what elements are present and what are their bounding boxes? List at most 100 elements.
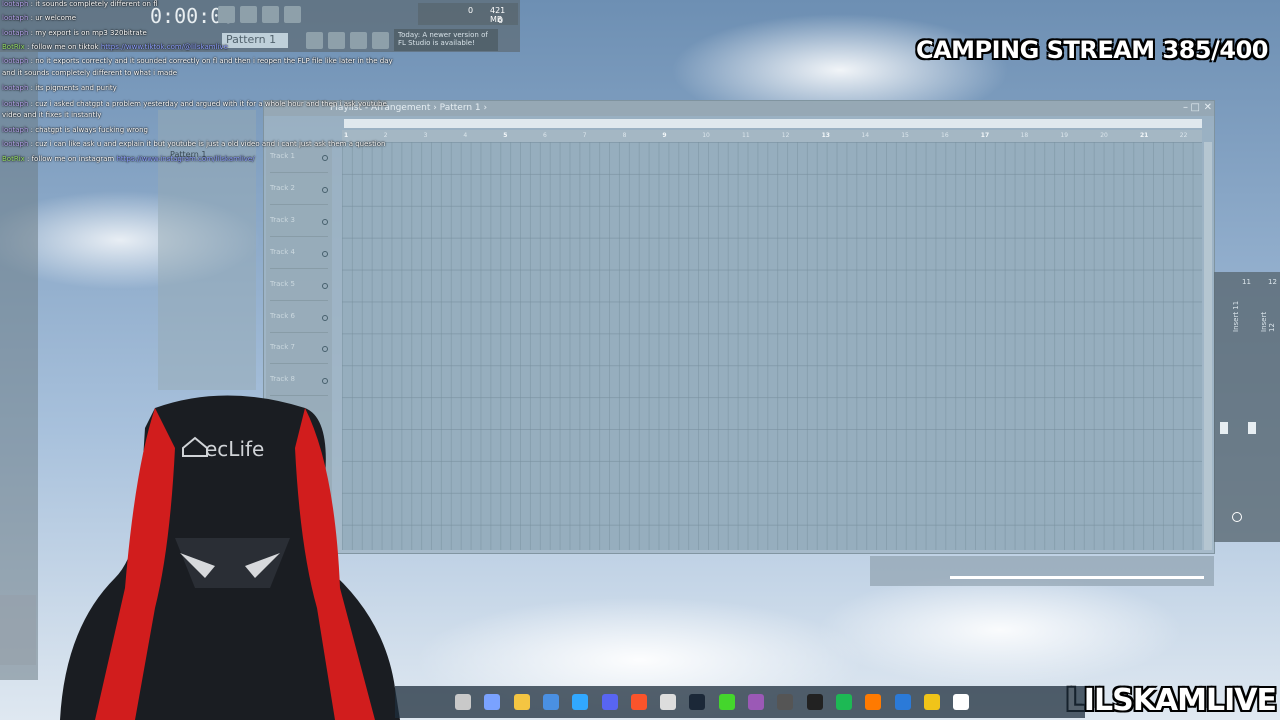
store-icon[interactable] — [542, 694, 559, 710]
ruler-tick-label: 9 — [662, 132, 667, 139]
chat-link[interactable]: https://www.tiktok.com/@lilskamlive — [99, 43, 228, 51]
4k-downloader-icon[interactable] — [777, 694, 794, 710]
browser-icon[interactable] — [372, 32, 389, 49]
volume-fader[interactable] — [1248, 422, 1256, 434]
loop-record-button[interactable] — [262, 6, 279, 23]
track-label: Track 7 — [270, 343, 295, 352]
obs-icon[interactable] — [660, 694, 677, 710]
maximize-icon[interactable]: □ — [1191, 102, 1200, 113]
chat-text: no it exports correctly and it sounded c… — [35, 57, 393, 65]
ruler-tick-label: 14 — [861, 132, 870, 139]
chat-username: lootaph — [2, 57, 29, 65]
winrar-icon[interactable] — [748, 694, 764, 710]
copilot-icon[interactable] — [484, 694, 501, 710]
track-mute-icon[interactable] — [322, 218, 328, 225]
hint-bar: Today: A newer version of FL Studio is a… — [394, 29, 498, 51]
brave-icon[interactable] — [630, 694, 647, 710]
chat-message: lootaph : chatgpt is always fucking wron… — [2, 126, 148, 134]
ruler-tick-label: 7 — [582, 132, 587, 139]
track-mute-icon[interactable] — [322, 346, 328, 353]
ruler-tick-label: 16 — [941, 132, 949, 139]
left-bottom-panel — [0, 595, 36, 665]
spotify-icon[interactable] — [835, 694, 852, 710]
chat-message: and it sounds completely different to wh… — [2, 69, 177, 77]
metronome-button[interactable] — [284, 6, 301, 23]
track-header[interactable]: Track 6 — [270, 302, 328, 333]
track-label: Track 4 — [270, 247, 295, 256]
photoshop-icon[interactable] — [572, 694, 589, 710]
ruler-tick-label: 2 — [383, 132, 388, 139]
timeline-ruler[interactable]: 1 2 3 4 5 6 7 8 9 10 11 12 13 14 15 16 17 18 19 20 21 22 — [342, 130, 1202, 142]
step-edit-button[interactable] — [240, 6, 257, 23]
chat-text: ur welcome — [35, 14, 77, 22]
chat-username: lootaph — [2, 126, 29, 134]
photos-icon[interactable] — [455, 694, 471, 710]
steam-icon[interactable] — [689, 694, 706, 710]
file-explorer-icon[interactable] — [513, 694, 530, 710]
chat-text: video and it fixes it instantly — [2, 111, 102, 119]
fl-studio-icon[interactable] — [865, 694, 882, 710]
minimize-icon[interactable]: – — [1183, 102, 1188, 113]
chat-text: cuz i asked chatgpt a problem yesterday … — [35, 100, 387, 108]
ruler-tick-label: 11 — [742, 132, 750, 139]
chat-text: follow me on instagram — [31, 155, 115, 163]
ruler-tick-label: 12 — [781, 132, 790, 139]
notepad-icon[interactable] — [894, 694, 911, 710]
playlist-icon[interactable] — [306, 32, 323, 49]
close-icon[interactable]: ✕ — [1204, 102, 1212, 113]
horizontal-scrollbar[interactable] — [344, 119, 1202, 128]
track-mute-icon[interactable] — [322, 378, 328, 385]
chat-username: lootaph — [2, 140, 29, 148]
cpu-value: 0 — [468, 6, 474, 15]
track-mute-icon[interactable] — [322, 282, 328, 289]
track-mute-icon[interactable] — [322, 155, 328, 161]
track-header[interactable]: Track 5 — [270, 270, 328, 301]
memory-value: 421 MB — [490, 6, 506, 24]
playlist-titlebar[interactable]: Playlist - Arrangement › Pattern 1 › – □… — [264, 101, 1214, 116]
pattern-mode-button[interactable] — [218, 6, 235, 23]
ruler-tick-label: 1 — [344, 132, 349, 139]
track-mute-icon[interactable] — [322, 186, 328, 193]
mixer-icon[interactable] — [350, 32, 367, 49]
chat-username: lootaph — [2, 0, 29, 8]
ruler-tick-label: 8 — [622, 132, 627, 139]
channel-rack-icon[interactable] — [328, 32, 345, 49]
chat-text: it sounds completely different on fl — [35, 0, 158, 8]
channel-name: LILSKAMLIVE — [1065, 683, 1277, 718]
cpu-memory-meter[interactable]: 0 421 MB 0 — [418, 3, 518, 25]
playlist-grid[interactable] — [342, 142, 1202, 550]
vertical-scrollbar[interactable] — [1204, 142, 1212, 550]
browser-panel: Pattern 1 — [158, 110, 256, 390]
mixer-scroll-area — [870, 556, 1214, 586]
razer-icon[interactable] — [718, 694, 735, 710]
mixer-channel-number: 12 — [1268, 278, 1277, 286]
track-mute-icon[interactable] — [322, 314, 328, 321]
chat-message: lootaph : cuz i asked chatgpt a problem … — [2, 100, 387, 108]
track-header[interactable]: Track 3 — [270, 206, 328, 237]
track-header[interactable]: Track 7 — [270, 333, 328, 365]
chat-text: and it sounds completely different to wh… — [2, 69, 178, 77]
discord-icon[interactable] — [601, 694, 618, 710]
knob-icon[interactable] — [1232, 512, 1242, 522]
chat-username: lootaph — [2, 84, 29, 92]
file-icon[interactable] — [953, 694, 970, 710]
volume-fader[interactable] — [1220, 422, 1228, 434]
mixer-panel: 11 12 Insert 11 Insert 12 — [1214, 272, 1280, 542]
chat-link[interactable]: https://www.instagram.com/lilskamlive/ — [114, 155, 254, 163]
track-header[interactable]: Track 2 — [270, 174, 328, 205]
track-mute-icon[interactable] — [322, 250, 328, 257]
chat-username: BotRix — [2, 43, 25, 51]
chat-message: BotRix : follow me on tiktok https://www… — [2, 43, 228, 51]
pattern-selector[interactable]: Pattern 1 — [222, 33, 288, 48]
track-label: Track 8 — [270, 375, 295, 384]
stream-title: CAMPING STREAM 385/400 — [915, 36, 1269, 64]
chat-username: lootaph — [2, 14, 29, 22]
track-header[interactable]: Track 4 — [270, 238, 328, 269]
gaming-chair-image: ecLife — [60, 395, 400, 720]
explorer-icon[interactable] — [923, 694, 940, 710]
chat-username: BotRix — [2, 155, 25, 163]
chat-message: lootaph : cuz i can like ask u and expla… — [2, 140, 386, 148]
mixer-scrollbar[interactable] — [950, 576, 1204, 579]
track-label: Track 5 — [270, 279, 295, 288]
capcut-icon[interactable] — [806, 694, 823, 710]
